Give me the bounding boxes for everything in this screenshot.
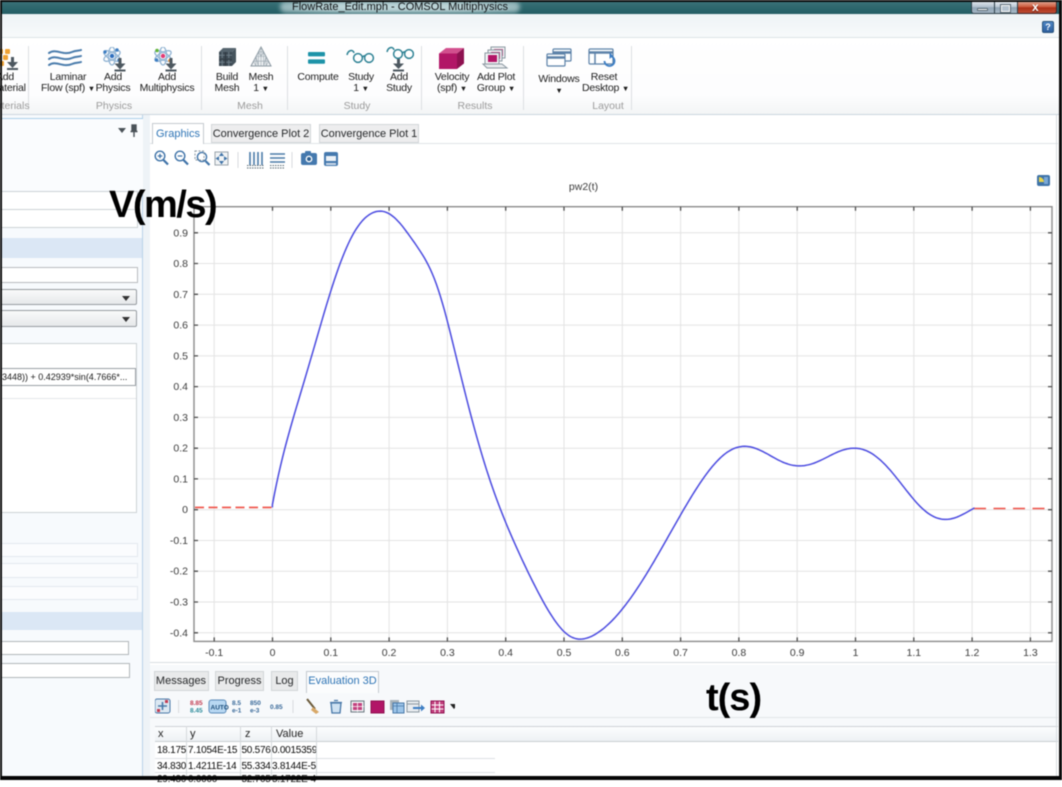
svg-text:0.85: 0.85: [270, 704, 283, 711]
svg-text:pw2(t): pw2(t): [569, 181, 598, 193]
svg-text:0.7: 0.7: [173, 289, 188, 301]
svg-text:0.8: 0.8: [732, 647, 747, 659]
svg-text:-0.2: -0.2: [170, 566, 188, 578]
svg-text:-0.3: -0.3: [170, 597, 188, 609]
svg-text:e-3: e-3: [250, 708, 260, 715]
svg-text:0.4: 0.4: [173, 381, 188, 393]
svg-text:-0.1: -0.1: [170, 535, 188, 547]
svg-text:0: 0: [182, 504, 188, 516]
svg-text:0.7: 0.7: [673, 647, 688, 659]
svg-text:8.45: 8.45: [190, 708, 203, 715]
svg-text:0.1: 0.1: [173, 473, 188, 485]
svg-text:e-1: e-1: [232, 708, 242, 715]
svg-text:1.1: 1.1: [906, 647, 921, 659]
svg-text:-0.1: -0.1: [205, 647, 223, 659]
svg-text:0.2: 0.2: [382, 647, 397, 659]
svg-text:0: 0: [270, 647, 276, 659]
svg-text:0.9: 0.9: [173, 227, 188, 239]
svg-text:0.1: 0.1: [323, 647, 338, 659]
svg-text:0.8: 0.8: [173, 258, 188, 270]
svg-text:0.9: 0.9: [790, 647, 805, 659]
svg-text:0.6: 0.6: [173, 320, 188, 332]
svg-text:0.2: 0.2: [173, 443, 188, 455]
svg-text:1.2: 1.2: [965, 647, 980, 659]
svg-text:1: 1: [853, 647, 859, 659]
svg-text:850: 850: [250, 700, 261, 707]
svg-text:8.85: 8.85: [190, 700, 203, 707]
svg-text:-0.4: -0.4: [170, 627, 188, 639]
svg-text:0.3: 0.3: [173, 412, 188, 424]
svg-text:0.6: 0.6: [615, 647, 630, 659]
svg-text:8.5: 8.5: [232, 700, 241, 707]
svg-text:1.3: 1.3: [1023, 647, 1038, 659]
svg-text:AUTO: AUTO: [211, 705, 229, 712]
svg-text:0.3: 0.3: [440, 647, 455, 659]
svg-text:0.5: 0.5: [557, 647, 572, 659]
svg-text:0.4: 0.4: [498, 647, 513, 659]
svg-text:0.5: 0.5: [173, 350, 188, 362]
